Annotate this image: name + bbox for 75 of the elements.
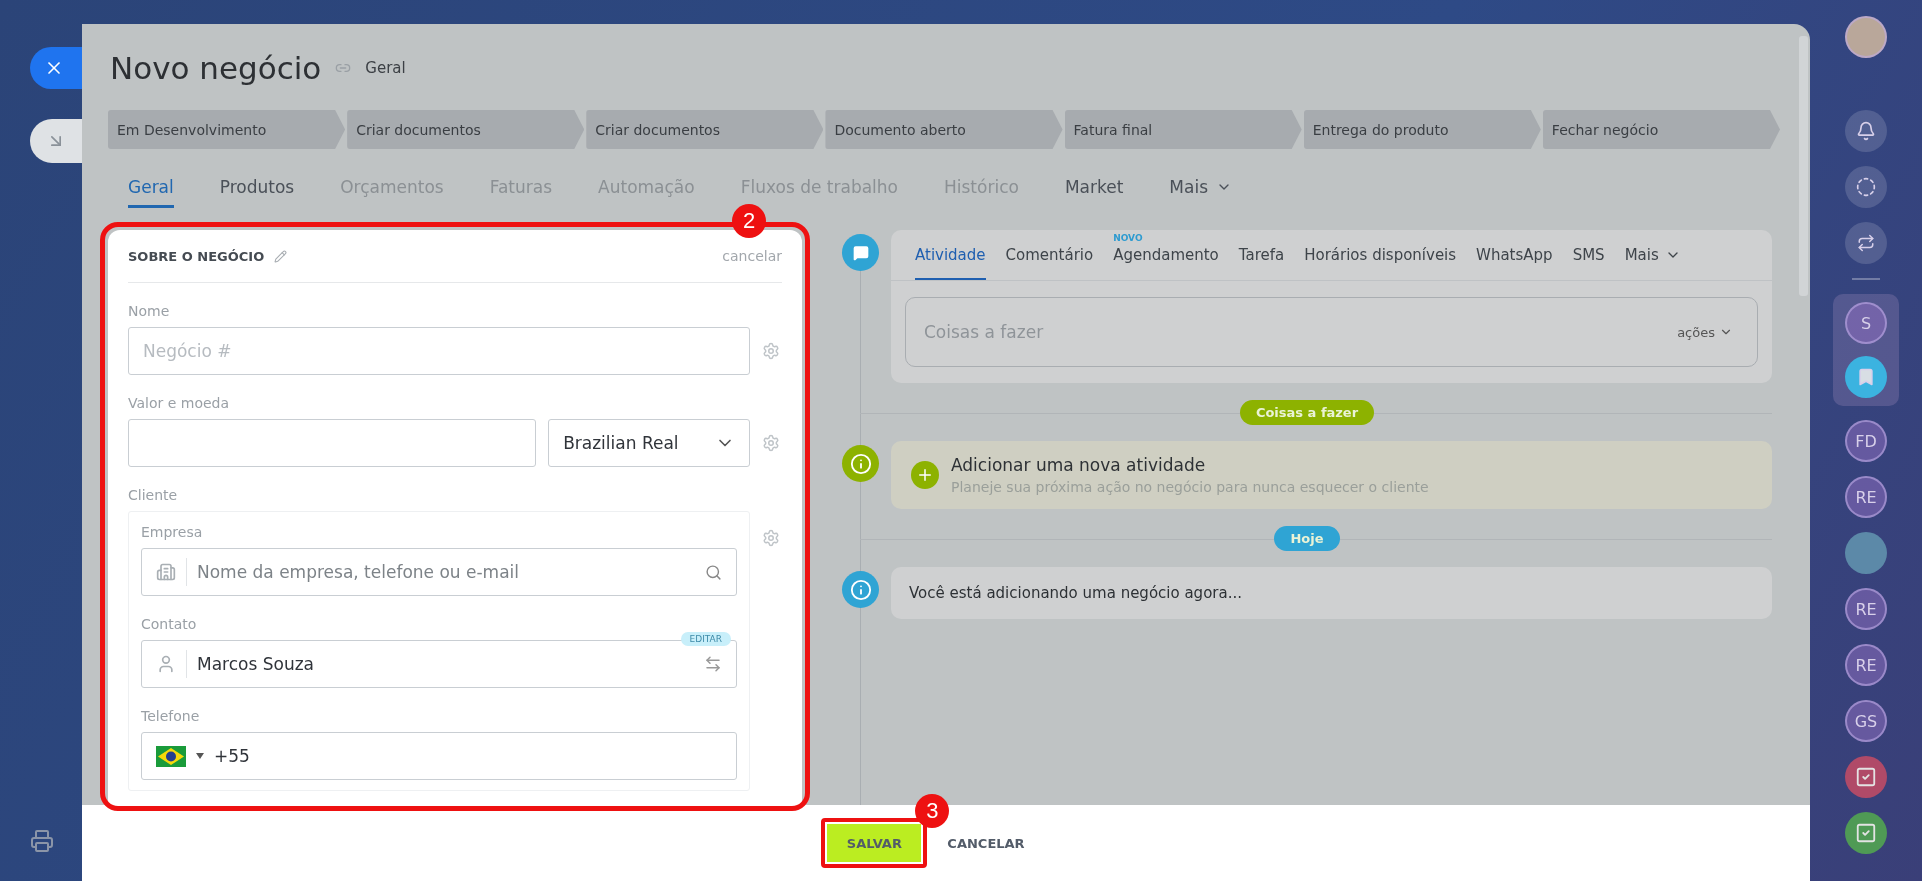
timeline-label: Coisas a fazer: [1239, 400, 1375, 425]
step-badge: 2: [732, 204, 766, 238]
info-icon: [842, 571, 879, 608]
info-icon: [842, 445, 879, 482]
field-label: Cliente: [128, 487, 179, 503]
contact-avatar[interactable]: RE: [1845, 644, 1887, 686]
activity-tab[interactable]: Mais: [1624, 230, 1681, 280]
checkbox-icon: [1855, 822, 1877, 844]
stage-step[interactable]: Fatura final: [1064, 110, 1302, 149]
activity-tab[interactable]: Tarefa: [1238, 230, 1285, 280]
checkbox-icon: [1855, 766, 1877, 788]
page-title: Novo negócio: [110, 50, 322, 86]
tab[interactable]: Mais: [1169, 177, 1232, 208]
tab[interactable]: Geral: [128, 177, 174, 208]
edit-badge[interactable]: EDITAR: [680, 632, 731, 646]
amount-field[interactable]: [128, 419, 537, 467]
bookmark-button[interactable]: [1845, 356, 1887, 398]
task-button[interactable]: [1845, 812, 1887, 854]
contact-avatar[interactable]: S: [1845, 302, 1887, 344]
stage-step[interactable]: Documento aberto: [825, 110, 1063, 149]
cancel-link[interactable]: cancelar: [722, 248, 782, 264]
person-icon: [156, 654, 176, 674]
bell-icon[interactable]: [1845, 110, 1887, 152]
field-label: Telefone: [141, 708, 201, 724]
close-button[interactable]: [30, 47, 82, 89]
stage-step[interactable]: Em Desenvolvimento: [108, 110, 346, 149]
page-subtitle: Geral: [365, 59, 406, 77]
comment-icon: [842, 234, 879, 271]
save-button[interactable]: SALVAR: [827, 824, 922, 862]
stage-step[interactable]: Entrega do produto: [1303, 110, 1541, 149]
cancel-button[interactable]: CANCELAR: [941, 834, 1031, 852]
contact-avatar[interactable]: RE: [1845, 588, 1887, 630]
card-title: Adicionar uma nova atividade: [951, 455, 1207, 475]
stage-step[interactable]: Fechar negócio: [1542, 110, 1780, 149]
search-icon[interactable]: [705, 563, 722, 581]
contact-avatar[interactable]: FD: [1845, 420, 1887, 462]
printer-icon[interactable]: [30, 829, 54, 853]
activity-tab[interactable]: Comentário: [1005, 230, 1094, 280]
contact-avatar[interactable]: GS: [1845, 700, 1887, 742]
section-title: SOBRE O NEGÓCIO: [128, 248, 265, 264]
flag-icon[interactable]: [156, 745, 186, 767]
todo-field[interactable]: Coisas a fazer ações: [905, 297, 1758, 367]
field-label: Valor e moeda: [128, 395, 231, 411]
bookmark-icon: [1856, 367, 1876, 387]
timeline-label: Hoje: [1274, 526, 1340, 551]
contact-avatar[interactable]: RE: [1845, 476, 1887, 518]
circle-icon[interactable]: [1845, 166, 1887, 208]
field-label: Empresa: [141, 524, 204, 540]
stage-step[interactable]: Criar documentos: [347, 110, 585, 149]
field-label: Contato: [141, 616, 198, 632]
avatar-placeholder[interactable]: [1845, 16, 1887, 58]
currency-select[interactable]: Brazilian Real: [548, 419, 750, 467]
minimize-button[interactable]: [30, 119, 82, 163]
actions-button[interactable]: ações: [1671, 323, 1739, 341]
avatar-placeholder[interactable]: [1845, 532, 1887, 574]
swap-icon[interactable]: [704, 655, 722, 673]
activity-tab[interactable]: WhatsApp: [1476, 230, 1553, 280]
caret-icon[interactable]: [196, 753, 204, 759]
step-badge: 3: [915, 794, 950, 828]
tab[interactable]: Produtos: [219, 177, 295, 208]
plus-icon: [911, 461, 939, 489]
activity-tab[interactable]: SMS: [1572, 230, 1605, 280]
building-icon: [156, 562, 176, 582]
new-label: NOVO: [1113, 233, 1143, 243]
activity-tab[interactable]: Atividade: [915, 230, 986, 280]
company-search-field[interactable]: Nome da empresa, telefone ou e-mail: [141, 548, 737, 596]
task-button[interactable]: [1845, 756, 1887, 798]
tab[interactable]: Market: [1064, 177, 1124, 208]
chat-icon[interactable]: [1845, 222, 1887, 264]
field-label: Nome: [128, 303, 171, 319]
card-text: Você está adicionando uma negócio agora...: [908, 583, 1243, 604]
activity-tab[interactable]: Horários disponíveis: [1304, 230, 1457, 280]
phone-field[interactable]: +55: [141, 732, 737, 780]
activity-tab[interactable]: NOVO Agendamento: [1113, 230, 1219, 280]
stage-step[interactable]: Criar documentos: [586, 110, 824, 149]
